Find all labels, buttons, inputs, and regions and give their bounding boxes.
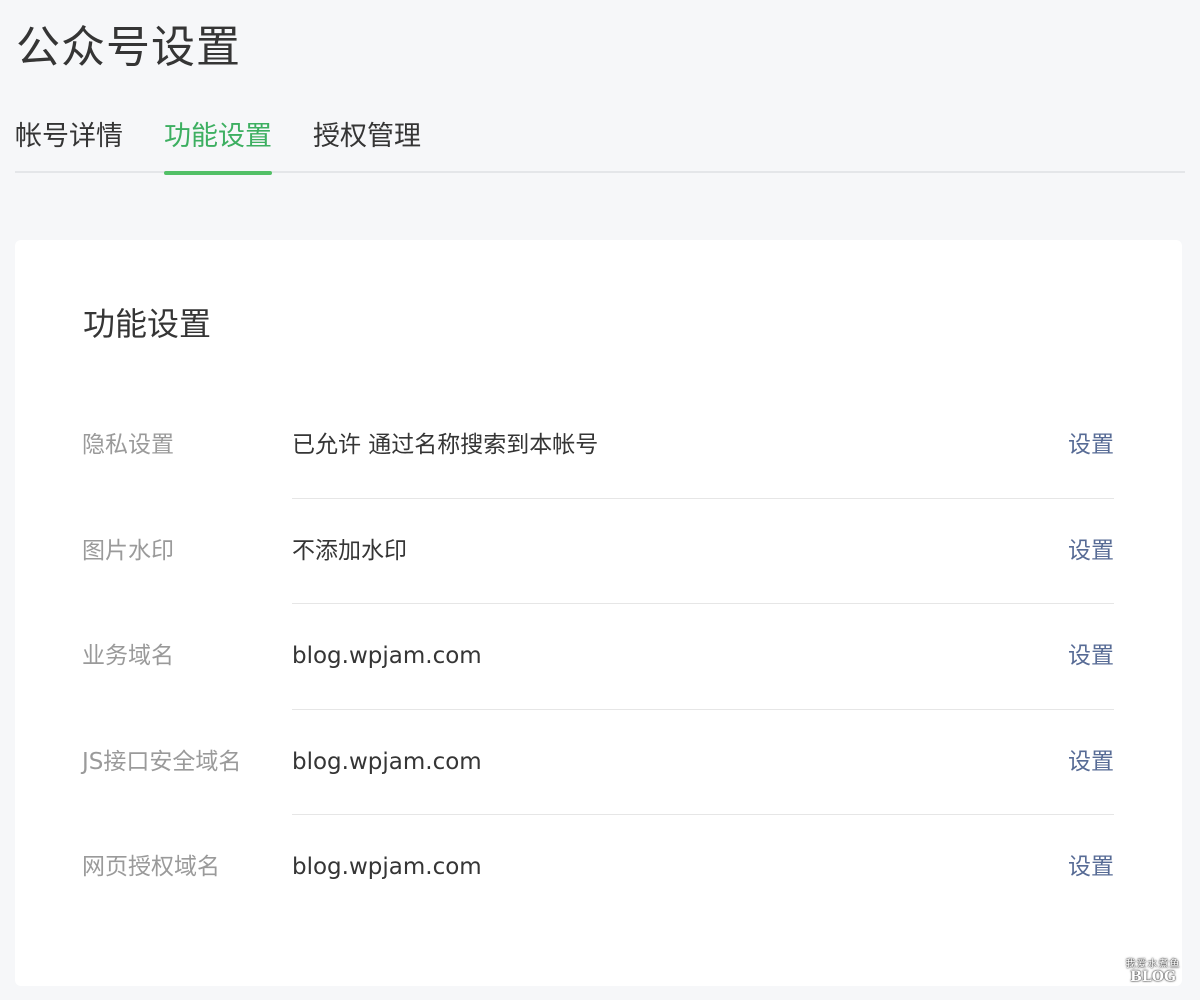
- js-api-domain-settings-link[interactable]: 设置: [1068, 710, 1114, 815]
- settings-row-js-api-domain: JS接口安全域名 blog.wpjam.com 设置: [15, 710, 1182, 815]
- business-domain-settings-link[interactable]: 设置: [1068, 604, 1114, 709]
- settings-row-business-domain: 业务域名 blog.wpjam.com 设置: [15, 604, 1182, 710]
- tab-account-details[interactable]: 帐号详情: [15, 100, 123, 173]
- settings-row-label: 隐私设置: [82, 432, 174, 458]
- web-auth-domain-settings-link[interactable]: 设置: [1068, 815, 1114, 920]
- tab-feature-settings[interactable]: 功能设置: [164, 100, 272, 175]
- settings-row-value: 不添加水印: [292, 537, 407, 564]
- settings-row-image-watermark: 图片水印 不添加水印 设置: [15, 499, 1182, 604]
- settings-row-label: JS接口安全域名: [82, 748, 242, 775]
- settings-row-value: blog.wpjam.com: [292, 748, 482, 775]
- page-title: 公众号设置: [16, 22, 241, 73]
- tab-bar: 帐号详情 功能设置 授权管理: [15, 100, 1185, 175]
- tab-authorization-management[interactable]: 授权管理: [313, 100, 421, 173]
- settings-row-web-auth-domain: 网页授权域名 blog.wpjam.com 设置: [15, 815, 1182, 921]
- settings-row-label: 图片水印: [82, 537, 174, 564]
- settings-row-label: 业务域名: [82, 643, 174, 669]
- card-title: 功能设置: [83, 305, 212, 343]
- settings-list: 隐私设置 已允许 通过名称搜索到本帐号 设置 图片水印 不添加水印 设置 业务域…: [15, 393, 1182, 921]
- privacy-settings-link[interactable]: 设置: [1068, 393, 1114, 498]
- image-watermark-settings-link[interactable]: 设置: [1068, 499, 1114, 604]
- watermark-bottom-text: BLOG: [1130, 969, 1176, 985]
- feature-settings-card: 功能设置 隐私设置 已允许 通过名称搜索到本帐号 设置 图片水印 不添加水印 设…: [15, 240, 1182, 986]
- page: 公众号设置 帐号详情 功能设置 授权管理 功能设置 隐私设置 已允许 通过名称搜…: [0, 0, 1200, 1000]
- settings-row-value: blog.wpjam.com: [292, 854, 482, 880]
- blog-watermark-logo: 我爱水煮鱼 BLOG: [1120, 960, 1186, 988]
- settings-row-privacy: 隐私设置 已允许 通过名称搜索到本帐号 设置: [15, 393, 1182, 499]
- settings-row-value: 已允许 通过名称搜索到本帐号: [292, 432, 599, 458]
- settings-row-value: blog.wpjam.com: [292, 643, 482, 669]
- settings-row-label: 网页授权域名: [82, 854, 220, 880]
